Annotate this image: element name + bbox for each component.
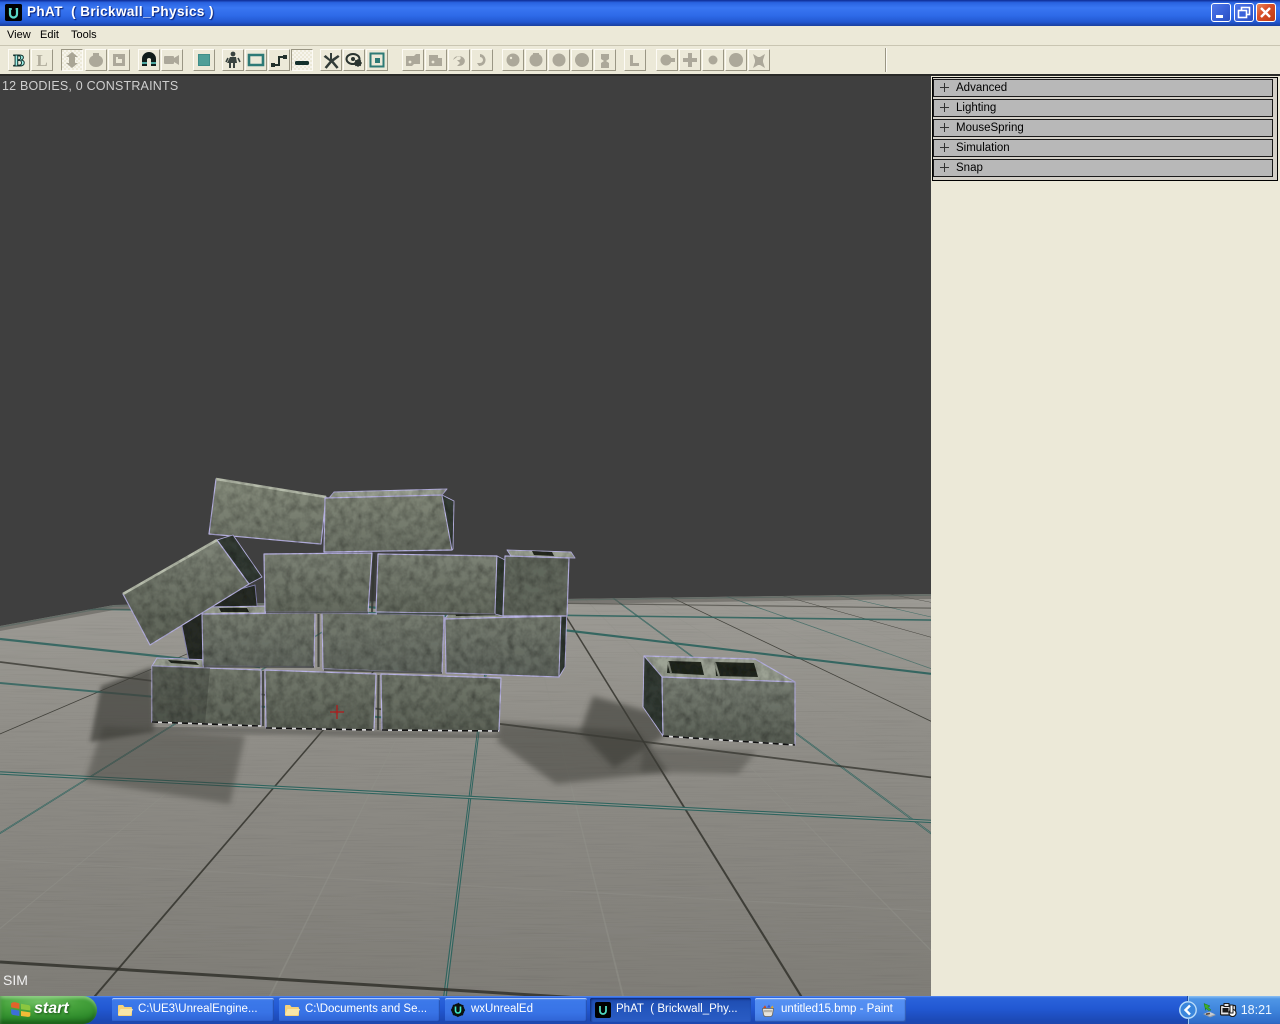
svg-text:L: L <box>36 51 47 70</box>
svg-text:B: B <box>13 51 24 70</box>
